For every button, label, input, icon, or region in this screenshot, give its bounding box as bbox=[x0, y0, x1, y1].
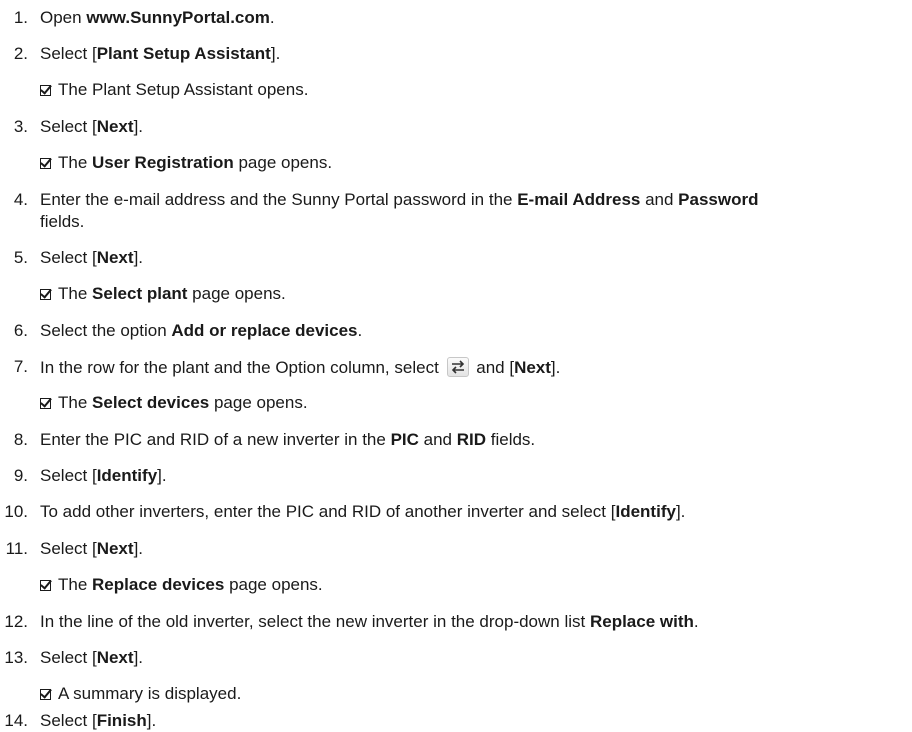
step-number: 9. bbox=[13, 466, 28, 485]
checked-box-icon bbox=[40, 85, 51, 96]
checked-box-icon bbox=[40, 580, 51, 591]
checked-box-icon bbox=[40, 158, 51, 169]
step-text: Open bbox=[40, 8, 87, 27]
step-5-result: The Select plant page opens. bbox=[40, 284, 286, 304]
checked-box-icon bbox=[40, 398, 51, 409]
email-address-field-label: E-mail Address bbox=[517, 190, 641, 209]
next-label: Next bbox=[96, 248, 134, 267]
next-label: Next bbox=[96, 117, 134, 136]
step-number: 7. bbox=[13, 357, 28, 376]
swap-arrows-icon bbox=[446, 357, 469, 377]
rid-field-label: RID bbox=[456, 430, 487, 449]
step-number: 4. bbox=[13, 190, 28, 209]
step-number: 3. bbox=[13, 117, 28, 136]
step-number: 10. bbox=[4, 502, 28, 521]
add-or-replace-devices-label: Add or replace devices bbox=[171, 321, 358, 340]
step-number: 2. bbox=[13, 44, 28, 63]
step-number: 8. bbox=[13, 430, 28, 449]
step-number: 12. bbox=[4, 612, 28, 631]
checked-box-icon bbox=[40, 689, 51, 700]
checked-box-icon bbox=[40, 289, 51, 300]
step-number: 13. bbox=[4, 648, 28, 667]
plant-setup-assistant-label: Plant Setup Assistant bbox=[96, 44, 271, 63]
step-number: 6. bbox=[13, 321, 28, 340]
step-13-result: A summary is displayed. bbox=[40, 684, 241, 704]
next-label: Next bbox=[96, 539, 134, 558]
step-number: 1. bbox=[13, 8, 28, 27]
pic-field-label: PIC bbox=[390, 430, 419, 449]
step-7-result: The Select devices page opens. bbox=[40, 393, 308, 413]
step-2-result: The Plant Setup Assistant opens. bbox=[40, 80, 308, 100]
portal-url: www.SunnyPortal.com bbox=[86, 8, 270, 27]
identify-label: Identify bbox=[96, 466, 158, 485]
instruction-list: 1. Open www.SunnyPortal.com. 2. Select [… bbox=[0, 0, 912, 732]
replace-with-list-label: Replace with bbox=[589, 612, 694, 631]
step-number: 5. bbox=[13, 248, 28, 267]
password-field-label: Password bbox=[678, 190, 759, 209]
step-number: 14. bbox=[4, 711, 28, 730]
finish-label: Finish bbox=[96, 711, 147, 730]
step-11-result: The Replace devices page opens. bbox=[40, 575, 323, 595]
identify-label: Identify bbox=[615, 502, 676, 521]
step-3-result: The User Registration page opens. bbox=[40, 153, 332, 173]
step-number: 11. bbox=[5, 539, 28, 558]
next-label: Next bbox=[96, 648, 134, 667]
next-label: Next bbox=[514, 358, 551, 377]
